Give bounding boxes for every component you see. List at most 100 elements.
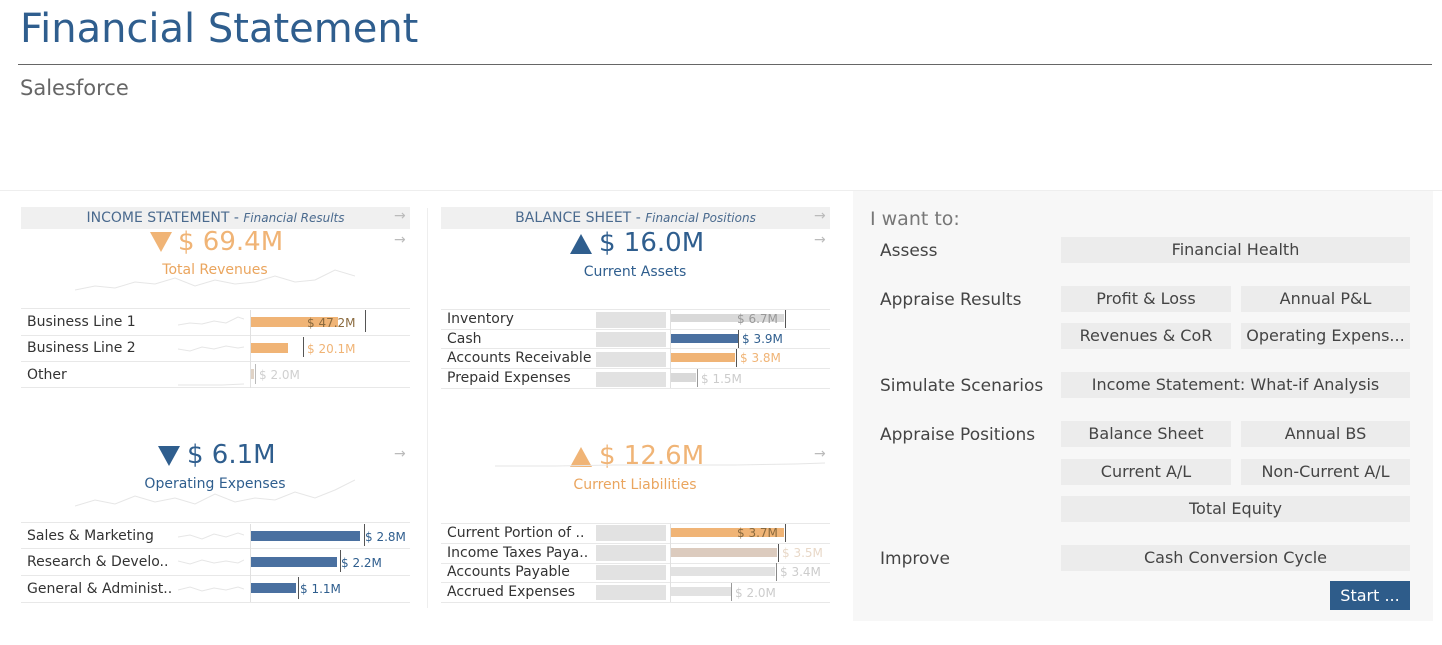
arrow-right-icon[interactable]: → <box>394 208 406 224</box>
target-tick <box>778 544 779 562</box>
liability-bar <box>671 567 775 576</box>
revenue-row-label: Business Line 2 <box>27 340 136 356</box>
target-tick <box>776 563 777 581</box>
asset-value-label: $ 3.8M <box>740 351 781 365</box>
improve-label: Improve <box>880 549 950 569</box>
balance-section-subtitle: Financial Positions <box>645 211 756 225</box>
row-divider <box>441 348 830 349</box>
row-divider <box>441 543 830 544</box>
opex-row-label: General & Administ.. <box>27 581 173 597</box>
row-sparkline <box>178 532 244 540</box>
liability-row-label: Current Portion of .. <box>447 525 585 541</box>
row-divider <box>441 329 830 330</box>
balance-sheet-header[interactable]: BALANCE SHEET - Financial Positions <box>441 207 830 229</box>
revenues-kpi-value: $ 69.4M <box>178 227 284 257</box>
revenue-value-label: $ 2.0M <box>259 368 300 382</box>
arrow-right-icon[interactable]: → <box>814 208 826 224</box>
asset-bar <box>671 353 735 362</box>
row-divider <box>441 602 830 603</box>
revenues-cor-button[interactable]: Revenues & CoR <box>1061 323 1231 349</box>
asset-bar <box>671 373 696 382</box>
column-divider <box>427 208 428 608</box>
profit-loss-button[interactable]: Profit & Loss <box>1061 286 1231 312</box>
row-sparkline <box>178 345 244 352</box>
row-divider <box>21 308 410 309</box>
liabilities-sparkline <box>495 462 825 467</box>
row-divider <box>21 361 410 362</box>
liability-value-label: $ 3.4M <box>780 565 821 579</box>
financial-health-button[interactable]: Financial Health <box>1061 237 1410 263</box>
panel-title: I want to: <box>870 208 960 230</box>
operating-expenses-button[interactable]: Operating Expens... <box>1241 323 1410 349</box>
asset-row-label: Cash <box>447 331 482 347</box>
row-sparkline <box>178 586 244 592</box>
row-sparkline <box>178 316 244 326</box>
opex-value-label: $ 2.2M <box>341 556 382 570</box>
placeholder-block <box>596 525 666 541</box>
liability-value-label: $ 3.7M <box>737 526 778 540</box>
revenue-bar <box>251 369 254 379</box>
annual-bs-button[interactable]: Annual BS <box>1241 421 1410 447</box>
arrow-right-icon[interactable]: → <box>814 232 826 248</box>
opex-bar <box>251 583 296 593</box>
title-divider <box>18 64 1432 65</box>
target-tick <box>731 583 732 601</box>
liability-value-label: $ 3.5M <box>782 546 823 560</box>
row-divider <box>21 387 410 388</box>
arrow-right-icon[interactable]: → <box>394 232 406 248</box>
liability-bar <box>671 548 777 557</box>
start-button[interactable]: Start ... <box>1330 581 1410 610</box>
row-divider <box>21 575 410 576</box>
trend-down-icon <box>150 232 172 252</box>
row-divider <box>21 522 410 523</box>
asset-bar <box>671 334 738 343</box>
row-divider <box>21 548 410 549</box>
target-tick <box>298 577 299 599</box>
liability-row-label: Income Taxes Paya.. <box>447 545 589 561</box>
trend-up-icon <box>570 234 592 254</box>
balance-sheet-button[interactable]: Balance Sheet <box>1061 421 1231 447</box>
trend-down-icon <box>158 446 180 466</box>
liabilities-kpi-label: Current Liabilities <box>573 477 697 493</box>
placeholder-block <box>596 372 666 387</box>
opex-value-label: $ 1.1M <box>300 582 341 596</box>
row-sparkline <box>178 559 244 565</box>
target-tick <box>303 337 304 357</box>
row-divider <box>441 523 830 524</box>
opex-row-label: Sales & Marketing <box>27 528 154 544</box>
target-tick <box>697 369 698 387</box>
company-subtitle: Salesforce <box>20 76 129 100</box>
target-tick <box>255 364 256 384</box>
target-tick <box>738 330 739 348</box>
what-if-analysis-button[interactable]: Income Statement: What-if Analysis <box>1061 372 1410 398</box>
simulate-label: Simulate Scenarios <box>880 376 1044 396</box>
arrow-right-icon[interactable]: → <box>394 446 406 462</box>
liability-bar <box>671 587 732 596</box>
current-al-button[interactable]: Current A/L <box>1061 459 1231 485</box>
asset-row-label: Accounts Receivable <box>447 350 592 366</box>
noncurrent-al-button[interactable]: Non-Current A/L <box>1241 459 1410 485</box>
asset-row-label: Prepaid Expenses <box>447 370 571 386</box>
opex-value-label: $ 2.8M <box>365 530 406 544</box>
assets-kpi-label: Current Assets <box>583 264 687 280</box>
row-divider <box>441 388 830 389</box>
opex-bar <box>251 531 360 541</box>
revenue-value-label: $ 20.1M <box>307 342 356 356</box>
revenue-value-label: $ 47.2M <box>307 316 356 330</box>
opex-sparkline <box>75 479 355 507</box>
cash-conversion-cycle-button[interactable]: Cash Conversion Cycle <box>1061 545 1410 571</box>
annual-pl-button[interactable]: Annual P&L <box>1241 286 1410 312</box>
placeholder-block <box>596 545 666 561</box>
target-tick <box>736 349 737 367</box>
liability-value-label: $ 2.0M <box>735 586 776 600</box>
income-section-title: INCOME STATEMENT <box>86 210 230 226</box>
total-equity-button[interactable]: Total Equity <box>1061 496 1410 522</box>
asset-value-label: $ 1.5M <box>701 372 742 386</box>
income-statement-header[interactable]: INCOME STATEMENT - Financial Results <box>21 207 410 229</box>
placeholder-block <box>596 312 666 328</box>
opex-bar <box>251 557 337 567</box>
liability-row-label: Accounts Payable <box>447 564 570 580</box>
placeholder-block <box>596 332 666 347</box>
asset-value-label: $ 3.9M <box>742 332 783 346</box>
asset-row-label: Inventory <box>447 311 514 327</box>
